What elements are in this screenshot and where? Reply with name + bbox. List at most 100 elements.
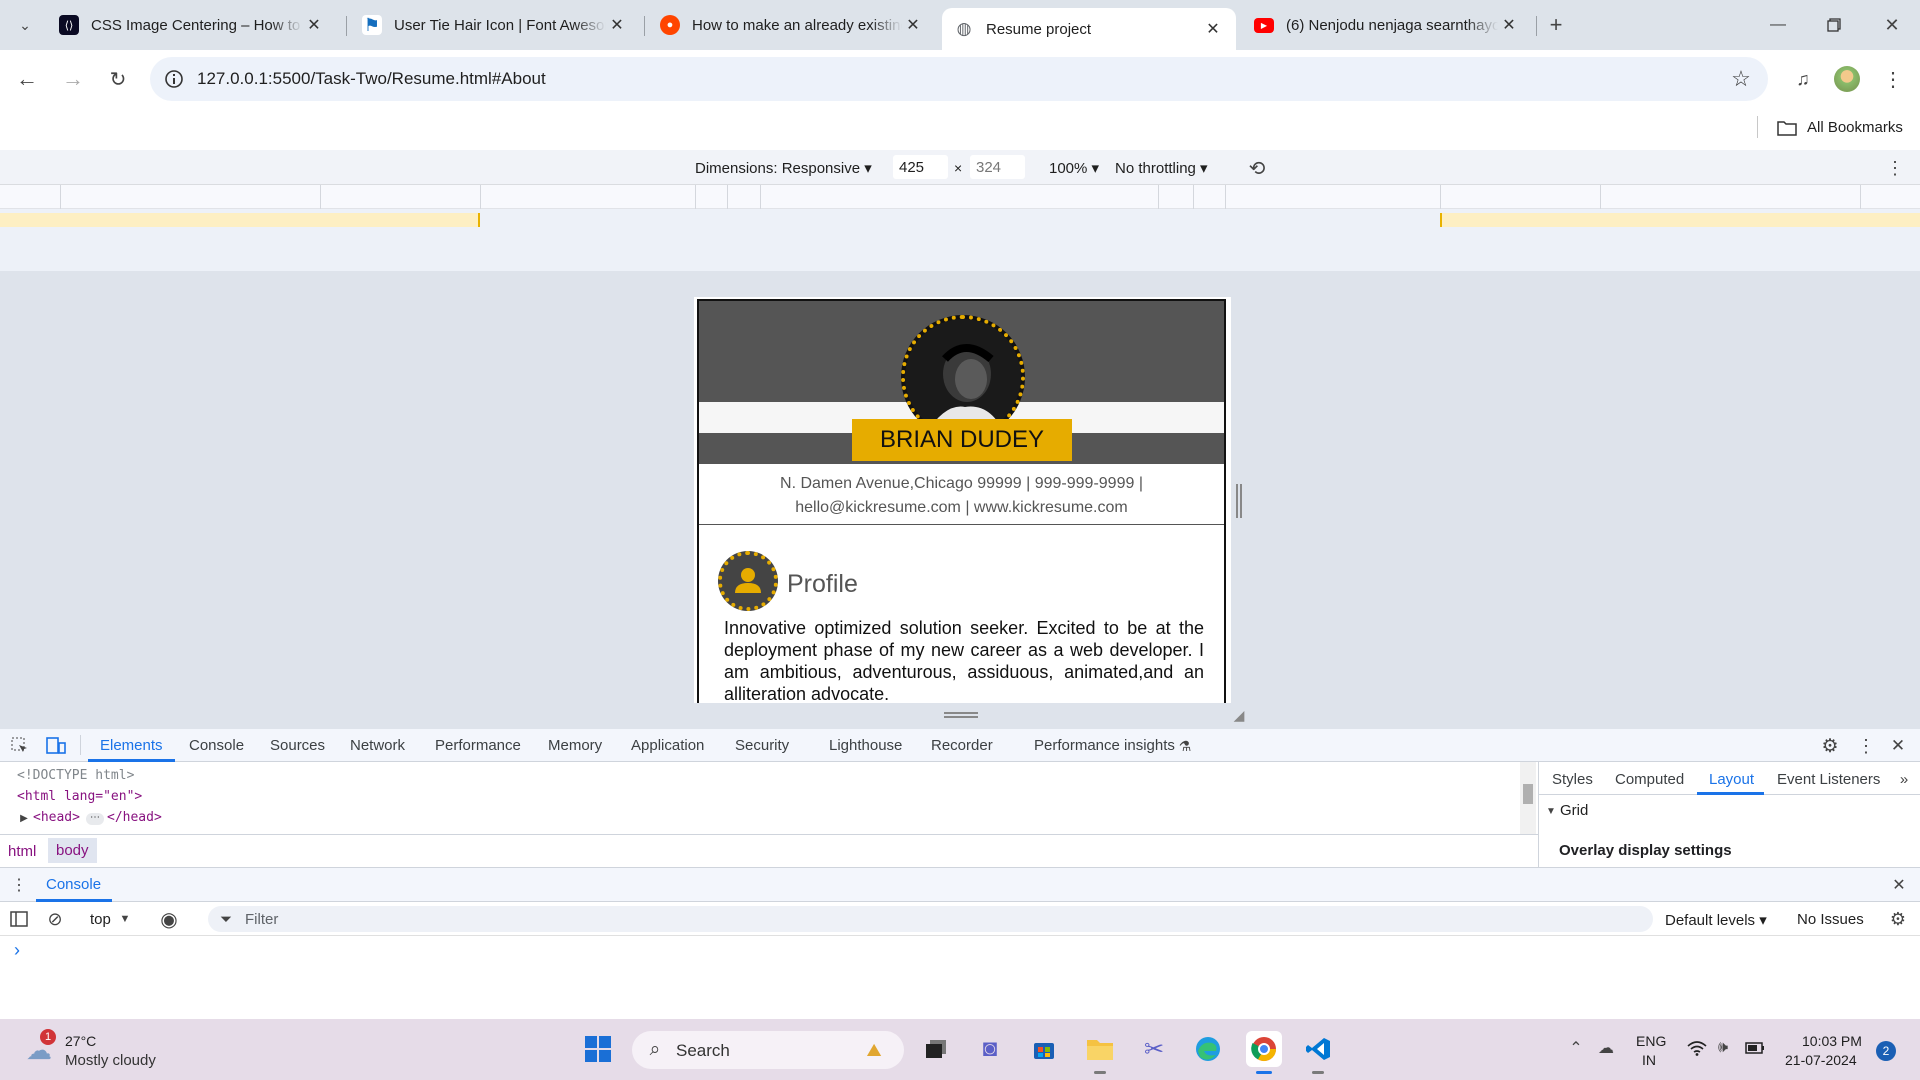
tab-performance[interactable]: Performance — [435, 737, 521, 754]
tab-application[interactable]: Application — [631, 737, 704, 754]
vscode-icon[interactable] — [1302, 1033, 1334, 1065]
back-icon[interactable]: ← — [12, 64, 42, 94]
star-icon[interactable]: ☆ — [1728, 66, 1754, 92]
tab-memory[interactable]: Memory — [548, 737, 602, 754]
grid-section-label[interactable]: Grid — [1560, 802, 1588, 819]
issues-button[interactable]: No Issues — [1797, 911, 1864, 928]
new-tab-icon[interactable]: + — [1542, 12, 1570, 38]
elements-scrollbar[interactable] — [1520, 762, 1536, 834]
devtools-close-icon[interactable]: ✕ — [1886, 734, 1910, 758]
console-prompt[interactable]: › — [14, 940, 20, 961]
avatar[interactable] — [1834, 66, 1860, 92]
dimensions-select[interactable]: Dimensions: Responsive ▾ — [695, 159, 872, 177]
snipping-tool-icon[interactable]: ✂ — [1138, 1033, 1170, 1065]
chrome-icon[interactable] — [1246, 1031, 1282, 1067]
collapse-triangle-icon[interactable]: ▼ — [1545, 804, 1557, 818]
more-tabs-chevron-icon[interactable]: » — [1893, 770, 1915, 788]
language-secondary[interactable]: IN — [1642, 1052, 1656, 1068]
restore-icon[interactable] — [1816, 12, 1852, 38]
close-icon[interactable]: ✕ — [606, 15, 628, 35]
all-bookmarks-link[interactable]: All Bookmarks — [1807, 119, 1903, 136]
eye-icon[interactable]: ◉ — [156, 908, 182, 931]
head-node[interactable]: <head> — [33, 810, 80, 825]
tab-youtube[interactable]: ▶ (6) Nenjodu nenjaga searnthayo ✕ — [1242, 8, 1532, 42]
tab-layout[interactable]: Layout — [1709, 771, 1754, 788]
tab-network[interactable]: Network — [350, 737, 405, 754]
html-node[interactable]: <html lang="en"> — [17, 789, 142, 804]
onedrive-sync-icon[interactable]: ☁ — [1594, 1037, 1618, 1059]
clear-console-icon[interactable]: ⊘ — [44, 908, 66, 930]
url-text[interactable]: 127.0.0.1:5500/Task-Two/Resume.html#Abou… — [197, 69, 546, 89]
clock-time[interactable]: 10:03 PM — [1802, 1033, 1862, 1049]
tab-font-awesome[interactable]: ⚑ User Tie Hair Icon | Font Awesome ✕ — [350, 8, 640, 42]
media-query-bar-right[interactable] — [1440, 213, 1920, 227]
chevron-down-icon[interactable]: ▼ — [118, 910, 132, 928]
drawer-close-icon[interactable]: ✕ — [1888, 874, 1910, 896]
tab-lighthouse[interactable]: Lighthouse — [829, 737, 902, 754]
minimize-icon[interactable]: — — [1760, 12, 1796, 38]
close-icon[interactable]: ✕ — [1498, 15, 1520, 35]
tab-console[interactable]: Console — [189, 737, 244, 754]
forward-icon[interactable]: → — [58, 64, 88, 94]
drawer-tab-console[interactable]: Console — [46, 876, 101, 893]
tab-elements[interactable]: Elements — [100, 737, 163, 754]
volume-icon[interactable]: 🕪 — [1712, 1037, 1734, 1059]
close-icon[interactable]: ✕ — [303, 15, 325, 35]
close-icon[interactable]: ✕ — [902, 15, 924, 35]
site-info-icon[interactable] — [162, 67, 186, 91]
tab-computed[interactable]: Computed — [1615, 771, 1684, 788]
viewport-corner-resize-icon[interactable]: ◢ — [1230, 706, 1248, 724]
tab-css-centering[interactable]: ⟨⟩ CSS Image Centering – How to ✕ — [47, 8, 337, 42]
tab-styles[interactable]: Styles — [1552, 771, 1593, 788]
devtools-menu-icon[interactable]: ⋮ — [1854, 734, 1878, 758]
edge-browser-icon[interactable] — [1192, 1033, 1224, 1065]
device-toggle-icon[interactable] — [44, 734, 68, 758]
viewport-right-resize-handle[interactable] — [1236, 484, 1242, 518]
settings-gear-icon[interactable]: ⚙ — [1818, 734, 1842, 758]
zoom-select[interactable]: 100% ▾ — [1049, 159, 1099, 177]
media-control-icon[interactable]: ♫ — [1788, 64, 1818, 94]
file-explorer-icon[interactable] — [1084, 1033, 1116, 1065]
doctype-node[interactable]: <!DOCTYPE html> — [17, 768, 134, 783]
tab-search-chevron-icon[interactable]: ⌄ — [12, 13, 38, 37]
ellipsis-badge[interactable]: ⋯ — [86, 813, 104, 825]
tab-security[interactable]: Security — [735, 737, 789, 754]
height-input[interactable]: 324 — [970, 155, 1025, 179]
breadcrumb-body[interactable]: body — [48, 838, 97, 863]
device-more-icon[interactable]: ⋮ — [1882, 155, 1908, 181]
default-levels-select[interactable]: Default levels ▾ — [1665, 911, 1767, 929]
console-settings-icon[interactable]: ⚙ — [1886, 908, 1910, 930]
filter-input[interactable]: ⏷ Filter — [208, 906, 1653, 932]
tab-resume-project[interactable]: ◍ Resume project ✕ — [942, 8, 1236, 50]
tab-reddit[interactable]: ● How to make an already existing ✕ — [648, 8, 936, 42]
address-bar[interactable]: 127.0.0.1:5500/Task-Two/Resume.html#Abou… — [150, 57, 1768, 101]
show-hidden-icons-chevron[interactable]: ⌃ — [1566, 1037, 1586, 1059]
window-close-icon[interactable]: ✕ — [1874, 12, 1910, 38]
battery-icon[interactable] — [1744, 1037, 1766, 1059]
throttling-select[interactable]: No throttling ▾ — [1115, 159, 1208, 177]
reload-icon[interactable]: ↻ — [103, 64, 133, 94]
weather-widget[interactable]: ☁ 1 27°C Mostly cloudy — [16, 1029, 176, 1073]
task-view-icon[interactable] — [920, 1033, 952, 1065]
viewport-bottom-resize-handle[interactable] — [944, 712, 978, 718]
teams-chat-icon[interactable]: ◙ — [974, 1033, 1006, 1065]
drawer-menu-icon[interactable]: ⋮ — [8, 874, 30, 896]
inspect-element-icon[interactable] — [8, 734, 32, 758]
notification-badge[interactable]: 2 — [1876, 1041, 1896, 1061]
media-query-bar-left[interactable] — [0, 213, 480, 227]
width-input[interactable]: 425 — [893, 155, 948, 179]
breadcrumb-html[interactable]: html — [8, 843, 36, 860]
browser-menu-icon[interactable]: ⋮ — [1878, 64, 1908, 94]
context-select[interactable]: top — [90, 911, 111, 928]
windows-start-icon[interactable] — [582, 1033, 614, 1065]
head-close-node[interactable]: </head> — [107, 810, 162, 825]
taskbar-search[interactable]: ⌕ Search ⛰ — [632, 1031, 904, 1069]
expand-triangle-icon[interactable]: ▶ — [18, 810, 30, 826]
tab-sources[interactable]: Sources — [270, 737, 325, 754]
tab-recorder[interactable]: Recorder — [931, 737, 993, 754]
microsoft-store-icon[interactable] — [1028, 1033, 1060, 1065]
close-icon[interactable]: ✕ — [1202, 19, 1224, 39]
tab-event-listeners[interactable]: Event Listeners — [1777, 771, 1880, 788]
rotate-icon[interactable]: ⟲ — [1244, 155, 1270, 181]
sidebar-toggle-icon[interactable] — [8, 908, 30, 930]
